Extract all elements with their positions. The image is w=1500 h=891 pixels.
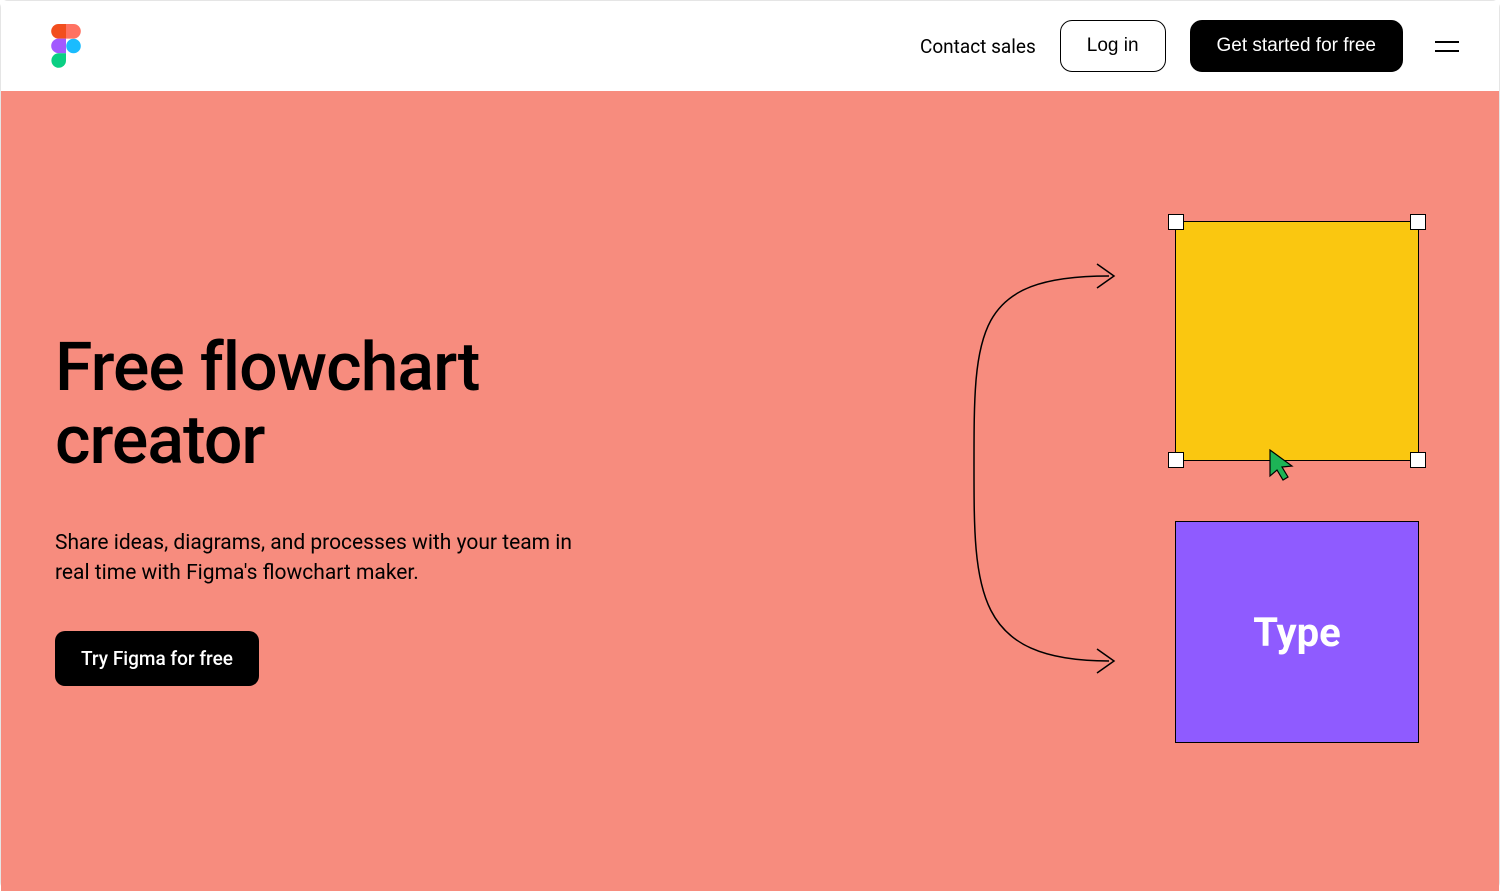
purple-box-label: Type [1253, 609, 1341, 656]
flow-arrows-icon [919, 231, 1119, 691]
header: Contact sales Log in Get started for fre… [1, 1, 1499, 91]
contact-sales-link[interactable]: Contact sales [920, 35, 1036, 58]
resize-handle-bottom-right [1410, 452, 1426, 468]
selected-yellow-shape [1175, 221, 1419, 461]
resize-handle-top-right [1410, 214, 1426, 230]
header-actions: Contact sales Log in Get started for fre… [920, 20, 1459, 72]
hero-title: Free flowchart creator [55, 331, 655, 478]
hero-content: Free flowchart creator Share ideas, diag… [55, 331, 655, 686]
signup-button[interactable]: Get started for free [1190, 20, 1403, 72]
hero-subtitle: Share ideas, diagrams, and processes wit… [55, 528, 575, 589]
login-button[interactable]: Log in [1060, 20, 1166, 72]
menu-icon[interactable] [1435, 37, 1459, 55]
cursor-icon [1268, 448, 1296, 482]
hero-section: Free flowchart creator Share ideas, diag… [1, 91, 1499, 891]
figma-logo-icon[interactable] [51, 24, 81, 68]
hero-illustration: Type [919, 201, 1439, 801]
purple-type-shape: Type [1175, 521, 1419, 743]
try-free-button[interactable]: Try Figma for free [55, 631, 259, 686]
resize-handle-top-left [1168, 214, 1184, 230]
resize-handle-bottom-left [1168, 452, 1184, 468]
